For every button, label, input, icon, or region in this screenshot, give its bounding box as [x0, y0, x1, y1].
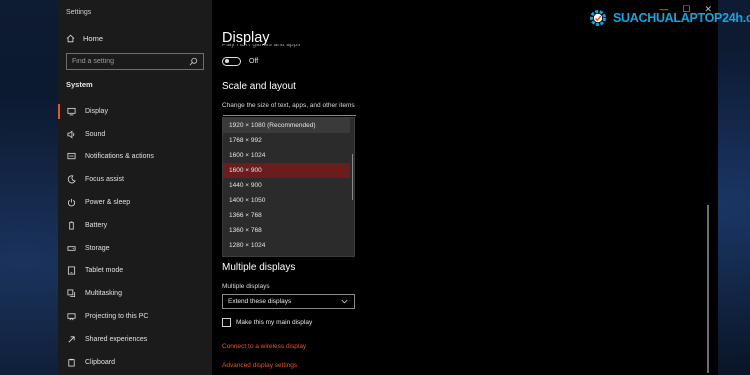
resolution-option[interactable]: 1920 × 1080 (Recommended) [223, 118, 350, 133]
notification-icon [67, 152, 76, 161]
sidebar-item-sound[interactable]: Sound [58, 123, 212, 146]
search-input[interactable] [72, 58, 182, 65]
resolution-option[interactable]: 1600 × 1024 [223, 148, 350, 163]
resolution-option[interactable]: 1366 × 768 [223, 208, 350, 223]
resolution-dropdown-list[interactable]: 1920 × 1080 (Recommended) 1768 × 992 160… [222, 115, 356, 257]
active-indicator [58, 104, 60, 119]
main-display-option[interactable]: Make this my main display [222, 318, 312, 327]
home-label: Home [83, 34, 104, 43]
resolution-option-selected[interactable]: 1600 × 900 [223, 163, 350, 178]
shared-icon [67, 335, 76, 344]
sidebar-item-label: Clipboard [85, 358, 115, 366]
dropdown-scrollbar[interactable] [351, 154, 353, 200]
sidebar-item-notifications[interactable]: Notifications & actions [58, 146, 212, 169]
multiple-displays-select[interactable]: Extend these displays [222, 294, 355, 309]
advanced-display-link[interactable]: Advanced display settings [222, 362, 297, 369]
storage-icon [67, 244, 76, 253]
hdr-toggle[interactable] [222, 57, 241, 66]
search-icon[interactable] [189, 57, 198, 66]
speaker-icon [67, 130, 76, 139]
battery-icon [67, 221, 76, 230]
resolution-option[interactable]: 1768 × 992 [223, 133, 350, 148]
sidebar-item-display[interactable]: Display [58, 100, 212, 123]
projecting-icon [67, 312, 76, 321]
sidebar-nav-list: Display Sound Notifications & actions Fo… [58, 100, 212, 374]
clipboard-icon [67, 358, 76, 367]
chevron-down-icon [340, 297, 349, 306]
resolution-option[interactable]: 1400 × 1050 [223, 193, 350, 208]
select-value: Extend these displays [228, 298, 292, 305]
home-nav-item[interactable]: Home [66, 34, 103, 43]
resolution-option[interactable]: 1360 × 768 [223, 223, 350, 238]
sidebar-item-label: Focus assist [85, 176, 124, 184]
sidebar-item-power-sleep[interactable]: Power & sleep [58, 191, 212, 214]
sidebar-item-label: Storage [85, 244, 110, 252]
main-content: Display Play HDR games and apps Off Scal… [222, 0, 712, 375]
hdr-games-label: Play HDR games and apps [222, 44, 301, 48]
window-title: Settings [66, 9, 92, 16]
scale-layout-heading: Scale and layout [222, 81, 296, 92]
monitor-icon [67, 107, 76, 116]
sidebar-item-label: Power & sleep [85, 199, 131, 207]
toggle-knob [225, 59, 229, 64]
sidebar-item-multitasking[interactable]: Multitasking [58, 282, 212, 305]
sidebar-item-label: Projecting to this PC [85, 313, 149, 321]
sidebar-item-label: Multitasking [85, 290, 122, 298]
wireless-display-link[interactable]: Connect to a wireless display [222, 343, 306, 350]
section-label-system: System [66, 80, 93, 89]
sidebar-item-projecting[interactable]: Projecting to this PC [58, 305, 212, 328]
settings-window: Settings Home System Display [58, 0, 718, 375]
power-icon [67, 198, 76, 207]
home-icon [66, 34, 75, 43]
sidebar-item-label: Battery [85, 221, 108, 229]
resolution-option[interactable]: 1280 × 1024 [223, 238, 350, 253]
sidebar-item-shared-experiences[interactable]: Shared experiences [58, 328, 212, 351]
brand-watermark: SUACHUALAPTOP24h.com [588, 8, 750, 28]
moon-icon [67, 175, 76, 184]
gear-logo-icon [590, 10, 606, 26]
sidebar-item-label: Display [85, 107, 108, 115]
main-display-label: Make this my main display [236, 319, 313, 326]
sidebar-item-focus-assist[interactable]: Focus assist [58, 168, 212, 191]
sidebar-item-label: Tablet mode [85, 267, 124, 275]
sidebar-item-battery[interactable]: Battery [58, 214, 212, 237]
multiple-displays-heading: Multiple displays [222, 262, 296, 273]
main-display-checkbox[interactable] [222, 318, 231, 327]
multiple-displays-label: Multiple displays [222, 283, 270, 290]
search-box[interactable] [66, 53, 204, 70]
multitasking-icon [67, 289, 76, 298]
window-scrollbar[interactable] [707, 205, 709, 373]
resolution-option[interactable]: 1440 × 900 [223, 178, 350, 193]
sidebar-item-label: Shared experiences [85, 335, 148, 343]
sidebar: Settings Home System Display [58, 0, 212, 375]
scale-description: Change the size of text, apps, and other… [222, 102, 355, 109]
sidebar-item-storage[interactable]: Storage [58, 237, 212, 260]
brand-text: SUACHUALAPTOP24h.com [613, 11, 750, 25]
tablet-icon [67, 266, 76, 275]
dropdown-top-edge [223, 115, 356, 119]
toggle-state-label: Off [249, 58, 259, 65]
sidebar-item-tablet-mode[interactable]: Tablet mode [58, 260, 212, 283]
sidebar-item-label: Sound [85, 130, 106, 138]
sidebar-item-label: Notifications & actions [85, 153, 154, 161]
sidebar-item-clipboard[interactable]: Clipboard [58, 351, 212, 374]
